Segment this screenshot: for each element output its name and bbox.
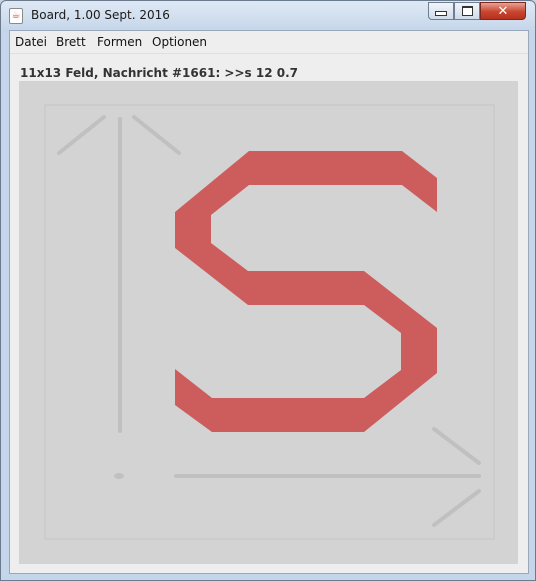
minimize-button[interactable] (428, 2, 454, 20)
java-icon[interactable]: ☕ (9, 8, 23, 24)
menu-brett[interactable]: Brett (56, 35, 86, 49)
menu-datei[interactable]: Datei (15, 35, 47, 49)
minimize-icon (435, 11, 447, 16)
arrow-lower-stroke (432, 489, 481, 527)
status-message: 11x13 Feld, Nachricht #1661: >>s 12 0.7 (20, 66, 298, 80)
board-drawing (44, 104, 495, 540)
app-window: ☕ Board, 1.00 Sept. 2016 ✕ Datei Brett F… (0, 0, 536, 581)
arrow-right-stroke (132, 115, 181, 155)
arrow-left-stroke (57, 115, 106, 155)
menu-bar: Datei Brett Formen Optionen (10, 31, 528, 54)
board-canvas[interactable] (19, 81, 518, 564)
title-bar[interactable]: ☕ Board, 1.00 Sept. 2016 ✕ (1, 1, 535, 29)
menu-formen[interactable]: Formen (97, 35, 142, 49)
close-icon: ✕ (497, 3, 509, 19)
window-title: Board, 1.00 Sept. 2016 (31, 8, 170, 22)
close-button[interactable]: ✕ (480, 2, 526, 20)
menu-optionen[interactable]: Optionen (152, 35, 207, 49)
maximize-icon (461, 6, 473, 16)
maximize-button[interactable] (454, 2, 480, 20)
origin-dot (114, 473, 124, 479)
letter-s-shape (175, 151, 437, 432)
client-area: Datei Brett Formen Optionen 11x13 Feld, … (9, 30, 529, 574)
arrow-upper-stroke (432, 427, 481, 465)
